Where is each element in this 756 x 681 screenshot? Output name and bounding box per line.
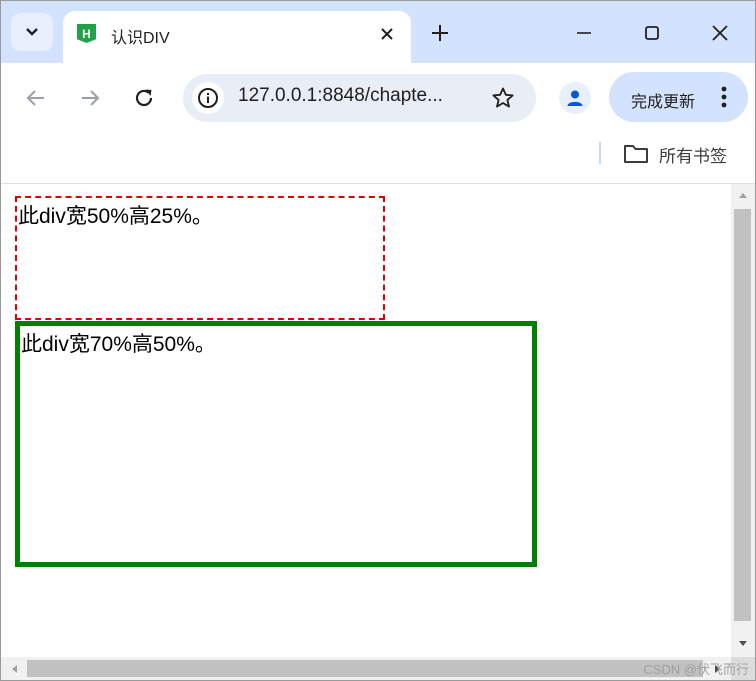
site-info-button[interactable] [192, 82, 224, 114]
url-text[interactable]: 127.0.0.1:8848/chapte... [238, 85, 478, 107]
maximize-icon [645, 26, 659, 40]
scroll-up-button[interactable] [731, 186, 755, 204]
forward-arrow-icon [82, 90, 100, 106]
triangle-left-icon [12, 664, 17, 673]
minimize-button[interactable] [564, 15, 604, 51]
forward-button[interactable] [74, 82, 106, 114]
bookmarks-separator [599, 142, 601, 164]
bookmarks-bar: 所有书签 [1, 133, 755, 184]
back-button[interactable] [20, 82, 52, 114]
horizontal-scroll-thumb[interactable] [27, 660, 703, 677]
div-box-70-50-text: 此div宽70%高50%。 [21, 333, 216, 356]
person-icon [567, 90, 583, 106]
tab-search-button[interactable] [11, 13, 53, 51]
minimize-icon [577, 32, 591, 34]
vertical-scrollbar[interactable] [731, 184, 755, 657]
vertical-scroll-thumb[interactable] [734, 209, 751, 621]
close-window-button[interactable] [700, 15, 740, 51]
update-button[interactable]: 完成更新 [609, 72, 748, 122]
watermark: CSDN @伏飞而行 [643, 662, 749, 677]
close-icon [712, 25, 728, 41]
horizontal-scrollbar[interactable] [1, 657, 731, 680]
div-box-50-25-text: 此div宽50%高25%。 [18, 205, 213, 228]
menu-button[interactable] [714, 85, 734, 109]
tab-strip: H 认识DIV [1, 1, 755, 63]
new-tab-button[interactable] [427, 20, 453, 46]
maximize-button[interactable] [632, 15, 672, 51]
all-bookmarks-button[interactable]: 所有书签 [623, 140, 727, 168]
reload-button[interactable] [128, 82, 160, 114]
page-viewport: 此div宽50%高25%。 此div宽70%高50%。 [1, 184, 731, 657]
info-icon [198, 88, 218, 108]
kebab-menu-icon [721, 86, 727, 108]
bookmark-star-button[interactable] [490, 85, 516, 111]
browser-window: H 认识DIV 127.0.0.1:8848/chapte... 完成更新 所有… [0, 0, 756, 681]
tab-close-button[interactable] [377, 24, 397, 44]
reload-icon [135, 89, 153, 107]
address-bar[interactable]: 127.0.0.1:8848/chapte... [183, 74, 536, 122]
back-arrow-icon [26, 90, 44, 106]
toolbar: 127.0.0.1:8848/chapte... 完成更新 [1, 63, 755, 133]
tab-active[interactable]: H 认识DIV [63, 11, 411, 63]
div-box-50-25: 此div宽50%高25%。 [15, 196, 385, 320]
scroll-down-button[interactable] [731, 635, 755, 653]
triangle-down-icon [739, 641, 747, 646]
update-label: 完成更新 [631, 94, 696, 111]
scroll-left-button[interactable] [4, 659, 24, 678]
all-bookmarks-label: 所有书签 [659, 146, 727, 166]
close-icon [381, 28, 393, 40]
tab-title: 认识DIV [111, 30, 170, 47]
folder-icon [624, 145, 648, 163]
chevron-down-icon [26, 28, 38, 36]
hbuilder-favicon-icon: H [77, 24, 96, 43]
triangle-up-icon [739, 193, 747, 198]
div-box-70-50: 此div宽70%高50%。 [15, 321, 537, 567]
profile-button[interactable] [559, 82, 591, 114]
star-icon [492, 87, 514, 108]
plus-icon [432, 25, 448, 41]
